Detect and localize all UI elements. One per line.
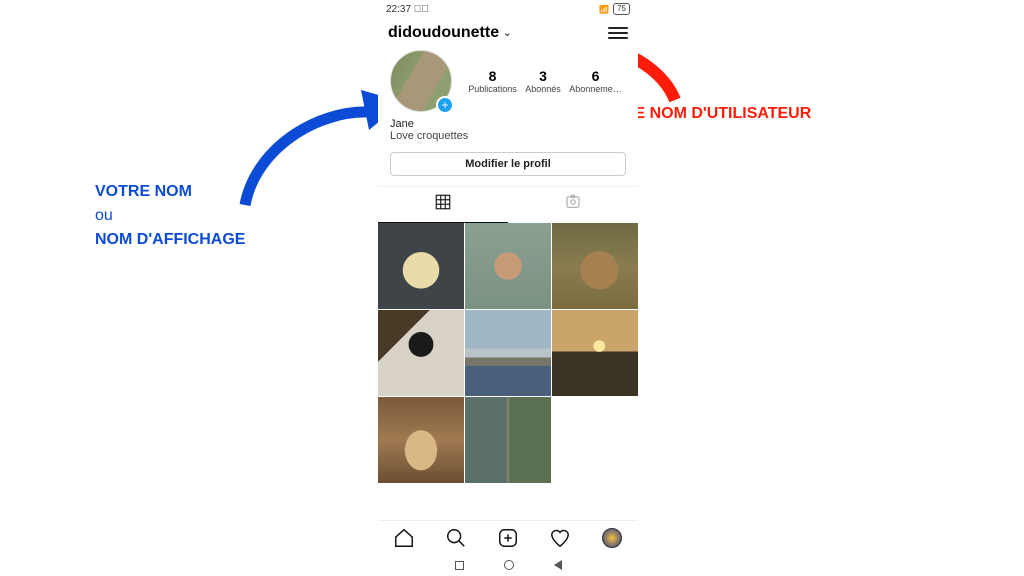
stat-posts-count: 8 <box>468 68 517 84</box>
android-nav <box>378 554 638 576</box>
android-recent[interactable] <box>455 561 464 570</box>
nav-activity[interactable] <box>549 527 571 549</box>
post-empty <box>552 397 638 483</box>
post-thumbnail[interactable] <box>465 310 551 396</box>
avatar[interactable]: + <box>390 50 452 112</box>
tagged-icon <box>564 193 582 211</box>
annotation-name-or: ou <box>95 207 113 224</box>
bio-text: Love croquettes <box>390 130 626 142</box>
grid-icon <box>434 193 452 211</box>
username-text: didoudounette <box>388 24 499 42</box>
tab-grid[interactable] <box>378 187 508 223</box>
annotation-name-line1: VOTRE NOM <box>95 183 192 200</box>
stat-followers-count: 3 <box>525 68 561 84</box>
stat-following-count: 6 <box>569 68 622 84</box>
stat-posts-label: Publications <box>468 84 517 94</box>
post-thumbnail[interactable] <box>552 310 638 396</box>
annotation-name-line2: NOM D'AFFICHAGE <box>95 231 245 248</box>
stat-followers-label: Abonnés <box>525 84 561 94</box>
display-name: Jane <box>390 118 626 130</box>
post-thumbnail[interactable] <box>378 223 464 309</box>
status-bar: 22:37 🔔⃠ 📶 75 <box>378 0 638 18</box>
edit-profile-button[interactable]: Modifier le profil <box>390 152 626 176</box>
nav-profile[interactable] <box>601 527 623 549</box>
status-time: 22:37 🔔⃠ <box>386 4 429 15</box>
post-thumbnail[interactable] <box>378 310 464 396</box>
android-home[interactable] <box>504 560 514 570</box>
username-dropdown[interactable]: didoudounette ⌄ <box>388 24 511 42</box>
bottom-nav <box>378 520 638 554</box>
stat-followers[interactable]: 3 Abonnés <box>525 68 561 94</box>
stat-following-label: Abonneme… <box>569 84 622 94</box>
post-thumbnail[interactable] <box>378 397 464 483</box>
post-thumbnail[interactable] <box>552 223 638 309</box>
menu-button[interactable] <box>608 27 628 39</box>
chevron-down-icon: ⌄ <box>503 28 511 39</box>
post-thumbnail[interactable] <box>465 223 551 309</box>
nav-create[interactable] <box>497 527 519 549</box>
android-back[interactable] <box>554 560 562 570</box>
nav-search[interactable] <box>445 527 467 549</box>
stat-following[interactable]: 6 Abonneme… <box>569 68 622 94</box>
posts-grid <box>378 223 638 483</box>
stat-posts[interactable]: 8 Publications <box>468 68 517 94</box>
annotation-displayname: VOTRE NOM ou NOM D'AFFICHAGE <box>95 180 245 252</box>
signal-icon: 📶 <box>599 5 609 14</box>
tab-tagged[interactable] <box>508 187 638 223</box>
add-story-icon[interactable]: + <box>436 96 454 114</box>
nav-home[interactable] <box>393 527 415 549</box>
post-thumbnail[interactable] <box>465 397 551 483</box>
phone-frame: 22:37 🔔⃠ 📶 75 didoudounette ⌄ + 8 Public… <box>378 0 638 576</box>
battery-indicator: 75 <box>613 3 630 15</box>
